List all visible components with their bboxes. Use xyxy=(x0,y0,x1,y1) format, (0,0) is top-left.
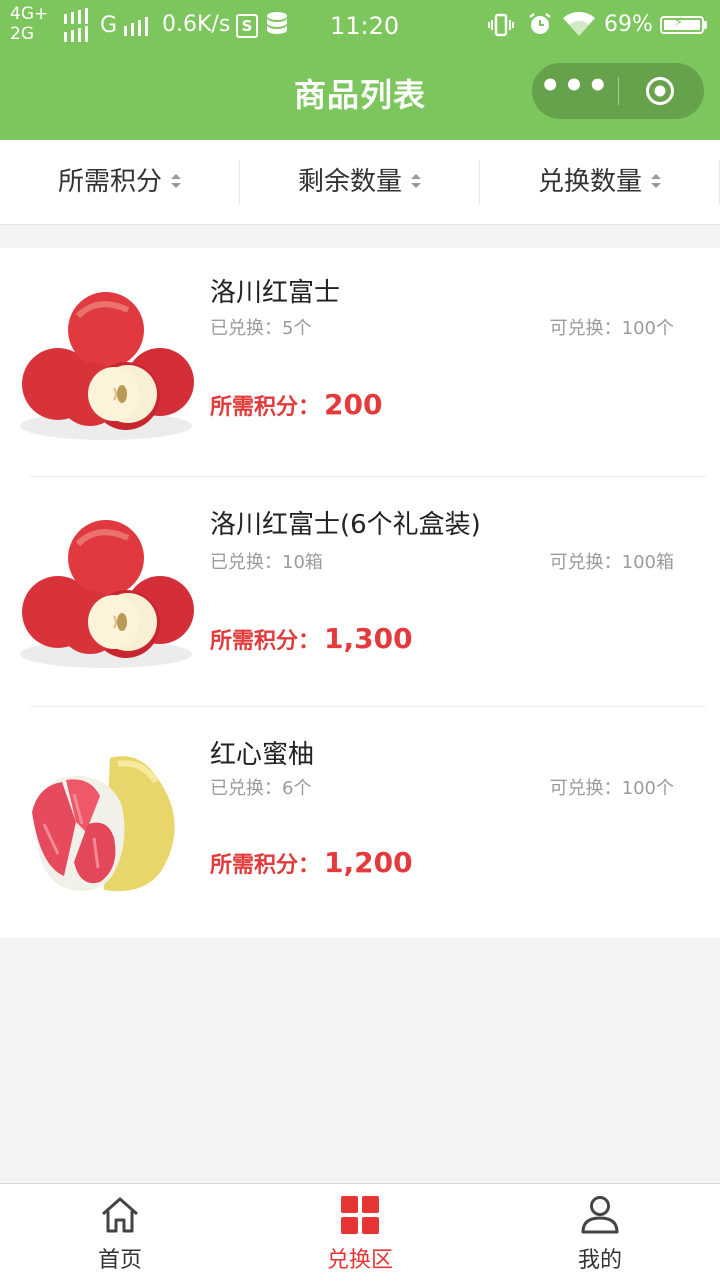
points-required: 所需积分： 1,200 xyxy=(210,846,413,879)
bottom-tab-bar: 首页 兑换区 我的 xyxy=(0,1183,720,1281)
available-count: 可兑换：100个 xyxy=(549,318,674,339)
sort-exchange-quantity[interactable]: 兑换数量 xyxy=(480,140,720,224)
product-name: 红心蜜柚 xyxy=(210,740,315,770)
target-close-icon[interactable] xyxy=(645,76,675,106)
item-divider xyxy=(30,476,706,477)
wifi-icon xyxy=(563,11,595,37)
sort-filter-bar: 所需积分 剩余数量 兑换数量 xyxy=(0,140,720,225)
s-app-icon: S xyxy=(236,14,258,38)
item-divider xyxy=(30,706,706,707)
product-list: 洛川红富士 已兑换：5个 可兑换：100个 所需积分： 200 洛川红富士(6个礼… xyxy=(0,248,720,938)
s-app-icon-letter: S xyxy=(241,17,253,35)
grid-icon xyxy=(341,1196,379,1234)
signal-bars-icon xyxy=(124,17,148,36)
charging-bolt-icon: ⚡ xyxy=(674,15,684,30)
exchanged-count: 已兑换：5个 xyxy=(210,318,312,339)
points-label: 所需积分： xyxy=(210,395,321,420)
battery-icon: ⚡ xyxy=(660,15,704,34)
sort-arrows-icon xyxy=(411,173,421,188)
user-icon xyxy=(581,1196,619,1234)
sort-remaining-label: 剩余数量 xyxy=(297,167,402,197)
network-speed: 0.6K/s xyxy=(162,12,231,37)
points-value: 1,200 xyxy=(324,846,413,879)
points-required: 所需积分： 1,300 xyxy=(210,622,413,655)
header-bar: 4G+ 2G G 0.6K/s S 11:20 69% ⚡ 商品列表 ••• xyxy=(0,0,720,140)
clock: 11:20 xyxy=(330,12,400,40)
tab-exchange-label: 兑换区 xyxy=(326,1248,393,1273)
mini-program-capsule: ••• xyxy=(532,63,704,119)
sort-arrows-icon xyxy=(651,173,661,188)
product-name: 洛川红富士 xyxy=(210,278,341,308)
battery-tip xyxy=(704,21,707,29)
capsule-divider xyxy=(618,77,619,105)
apples-image xyxy=(18,276,194,452)
battery-percent: 69% xyxy=(604,12,653,37)
available-count: 可兑换：100箱 xyxy=(549,552,674,573)
sort-points-required[interactable]: 所需积分 xyxy=(0,140,240,224)
tab-home[interactable]: 首页 xyxy=(0,1184,240,1281)
sort-points-label: 所需积分 xyxy=(57,167,162,197)
points-value: 1,300 xyxy=(324,622,413,655)
more-dots-icon[interactable]: ••• xyxy=(532,63,618,119)
network-top-label: 4G+ xyxy=(10,4,49,24)
apples-image xyxy=(18,504,194,680)
sort-exchange-label: 兑换数量 xyxy=(537,167,642,197)
product-item[interactable]: 红心蜜柚 已兑换：6个 可兑换：100个 所需积分： 1,200 xyxy=(0,708,720,938)
alarm-icon xyxy=(529,13,551,34)
pomelo-image xyxy=(18,734,194,910)
status-bar: 4G+ 2G G 0.6K/s S 11:20 69% ⚡ xyxy=(0,0,720,52)
exchanged-count: 已兑换：6个 xyxy=(210,778,312,799)
tab-mine-label: 我的 xyxy=(577,1248,622,1273)
network-type: 4G+ 2G xyxy=(10,4,48,44)
available-count: 可兑换：100个 xyxy=(549,778,674,799)
home-icon xyxy=(102,1197,138,1233)
database-icon xyxy=(267,12,287,34)
vibrate-icon xyxy=(488,13,514,37)
points-label: 所需积分： xyxy=(210,629,321,654)
product-item[interactable]: 洛川红富士(6个礼盒装) 已兑换：10箱 可兑换：100箱 所需积分： 1,300 xyxy=(0,478,720,708)
points-value: 200 xyxy=(324,388,383,421)
network-bottom-label: 2G xyxy=(10,24,34,44)
sort-arrows-icon xyxy=(171,173,181,188)
product-item[interactable]: 洛川红富士 已兑换：5个 可兑换：100个 所需积分： 200 xyxy=(0,248,720,478)
product-name: 洛川红富士(6个礼盒装) xyxy=(210,510,481,540)
sort-remaining-quantity[interactable]: 剩余数量 xyxy=(240,140,480,224)
tab-mine[interactable]: 我的 xyxy=(480,1184,720,1281)
signal-bars-icon xyxy=(64,8,88,42)
tab-exchange[interactable]: 兑换区 xyxy=(240,1184,480,1281)
exchanged-count: 已兑换：10箱 xyxy=(210,552,323,573)
tab-home-label: 首页 xyxy=(97,1248,142,1273)
points-required: 所需积分： 200 xyxy=(210,388,382,421)
signal-g-label: G xyxy=(100,13,118,38)
points-label: 所需积分： xyxy=(210,853,321,878)
